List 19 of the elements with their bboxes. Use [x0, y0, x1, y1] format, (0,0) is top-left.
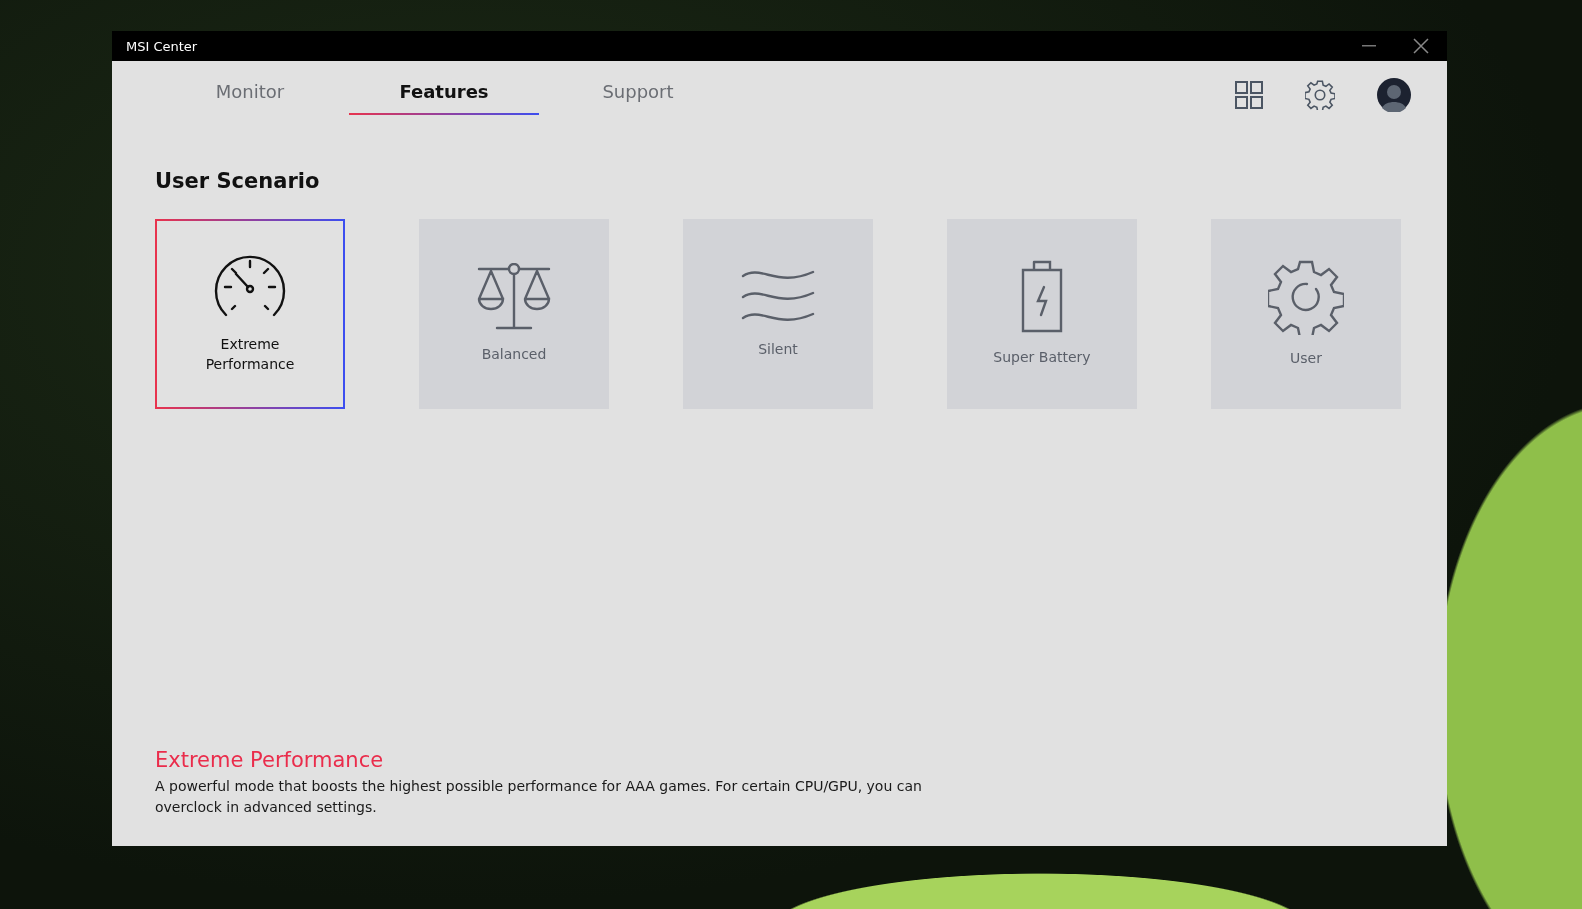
- scenario-card[interactable]: Extreme Performance: [155, 219, 345, 409]
- section-title: User Scenario: [155, 169, 321, 193]
- avatar-icon[interactable]: [1377, 78, 1411, 112]
- close-icon: [1413, 38, 1429, 54]
- scenario-card[interactable]: Silent: [683, 219, 873, 409]
- gear-icon: [1268, 259, 1344, 336]
- scenario-card[interactable]: Super Battery: [947, 219, 1137, 409]
- tab[interactable]: Monitor: [155, 75, 345, 115]
- scenario-card[interactable]: Balanced: [419, 219, 609, 409]
- grid-icon[interactable]: [1235, 81, 1263, 109]
- tab[interactable]: Support: [543, 75, 733, 115]
- description-text: A powerful mode that boosts the highest possible performance for AAA games. For certain CPU/GPU, you can overclock in advanced settings.: [155, 777, 923, 817]
- settings-icon[interactable]: [1305, 80, 1335, 110]
- window-title: MSI Center: [126, 38, 198, 54]
- description-title: Extreme Performance: [155, 748, 385, 772]
- minimize-icon: [1362, 45, 1376, 47]
- balance-scale-icon: [475, 263, 553, 332]
- scenario-card[interactable]: User: [1211, 219, 1401, 409]
- tab[interactable]: Features: [349, 75, 539, 115]
